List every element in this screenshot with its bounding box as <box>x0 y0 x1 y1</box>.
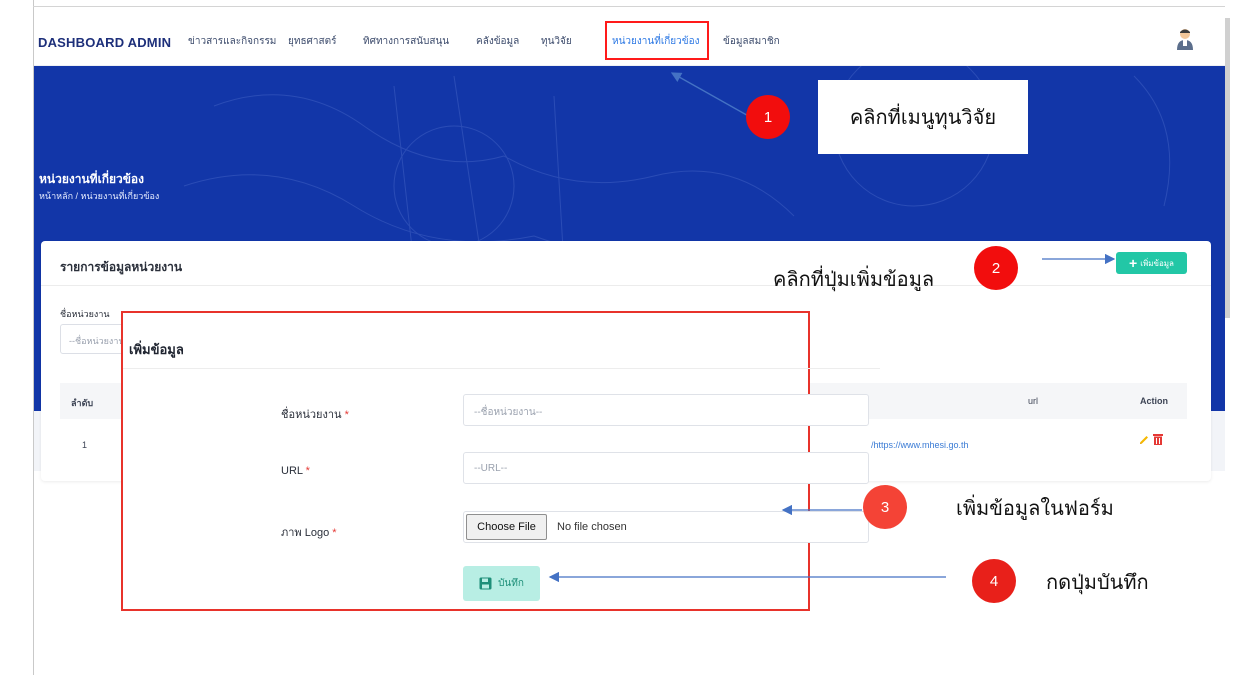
logo-file-input[interactable]: Choose File No file chosen <box>463 511 869 543</box>
step3-badge: 3 <box>863 485 907 529</box>
url-label-text: URL <box>281 465 303 477</box>
column-header-action: Action <box>1140 396 1168 406</box>
frame-top-border <box>33 6 1225 7</box>
save-label: บันทึก <box>498 578 524 589</box>
nav-item-support-direction[interactable]: ทิศทางการสนับสนุน <box>363 34 449 49</box>
edit-pencil-icon[interactable] <box>1138 434 1150 446</box>
step1-badge: 1 <box>746 95 790 139</box>
brand-title[interactable]: DASHBOARD ADMIN <box>38 35 171 50</box>
logo-label-text: ภาพ Logo <box>281 527 330 539</box>
breadcrumb: หน้าหลัก / หน่วยงานที่เกี่ยวข้อง <box>39 191 160 201</box>
plus-icon: + <box>1129 255 1138 271</box>
table-cell-url[interactable]: https://www.mhesi.go.th/ <box>871 440 991 450</box>
step1-callout: คลิกที่เมนูทุนวิจัย <box>818 80 1028 154</box>
step2-badge: 2 <box>974 246 1018 290</box>
filter-name-input[interactable]: --ชื่อหน่วยงาน-- <box>60 324 130 354</box>
step4-text: กดปุ่มบันทึก <box>1046 572 1149 594</box>
filter-name-label: ชื่อหน่วยงาน <box>60 309 110 319</box>
required-mark: * <box>305 465 310 477</box>
user-avatar-icon[interactable] <box>1175 28 1195 50</box>
modal-divider <box>123 368 880 369</box>
nav-item-data-warehouse[interactable]: คลังข้อมูล <box>476 34 519 49</box>
agency-name-input[interactable]: --ชื่อหน่วยงาน-- <box>463 394 869 426</box>
card-title: รายการข้อมูลหน่วยงาน <box>60 260 183 274</box>
nav-item-research-fund[interactable]: ทุนวิจัย <box>541 34 572 49</box>
url-input[interactable]: --URL-- <box>463 452 869 484</box>
floppy-disk-icon <box>479 577 492 590</box>
page-title: หน่วยงานที่เกี่ยวข้อง <box>39 172 144 186</box>
step3-text: เพิ่มข้อมูลในฟอร์ม <box>956 498 1114 520</box>
add-data-label: เพิ่มข้อมูล <box>1140 258 1174 268</box>
choose-file-button[interactable]: Choose File <box>466 514 547 540</box>
name-label-text: ชื่อหน่วยงาน <box>281 409 342 421</box>
nav-item-strategy[interactable]: ยุทธศาสตร์ <box>288 34 337 49</box>
nav-item-news[interactable]: ข่าวสารและกิจกรรม <box>188 34 276 49</box>
table-cell-no: 1 <box>82 440 88 450</box>
column-header-url: url <box>1028 396 1039 406</box>
modal-title: เพิ่มข้อมูล <box>129 342 184 357</box>
add-data-button[interactable]: + เพิ่มข้อมูล <box>1116 252 1187 274</box>
required-mark: * <box>332 527 337 539</box>
step4-badge: 4 <box>972 559 1016 603</box>
nav-highlight-box <box>605 21 709 60</box>
screenshot-root: DASHBOARD ADMIN ข่าวสารและกิจกรรม ยุทธศา… <box>0 0 1244 675</box>
card-divider <box>41 285 1211 286</box>
logo-field-label: ภาพ Logo * <box>281 523 337 541</box>
name-field-label: ชื่อหน่วยงาน * <box>281 405 349 423</box>
url-field-label: URL * <box>281 465 310 477</box>
nav-item-members[interactable]: ข้อมูลสมาชิก <box>723 34 780 49</box>
page-scrollbar[interactable] <box>1225 18 1230 318</box>
step2-text: คลิกที่ปุ่มเพิ่มข้อมูล <box>773 269 935 291</box>
column-header-no: ลำดับ <box>71 398 94 408</box>
add-data-modal: เพิ่มข้อมูล ชื่อหน่วยงาน * --ชื่อหน่วยงา… <box>121 311 880 611</box>
required-mark: * <box>344 409 349 421</box>
delete-trash-icon[interactable] <box>1153 433 1163 445</box>
no-file-text: No file chosen <box>557 521 627 533</box>
save-button[interactable]: บันทึก <box>463 566 540 601</box>
